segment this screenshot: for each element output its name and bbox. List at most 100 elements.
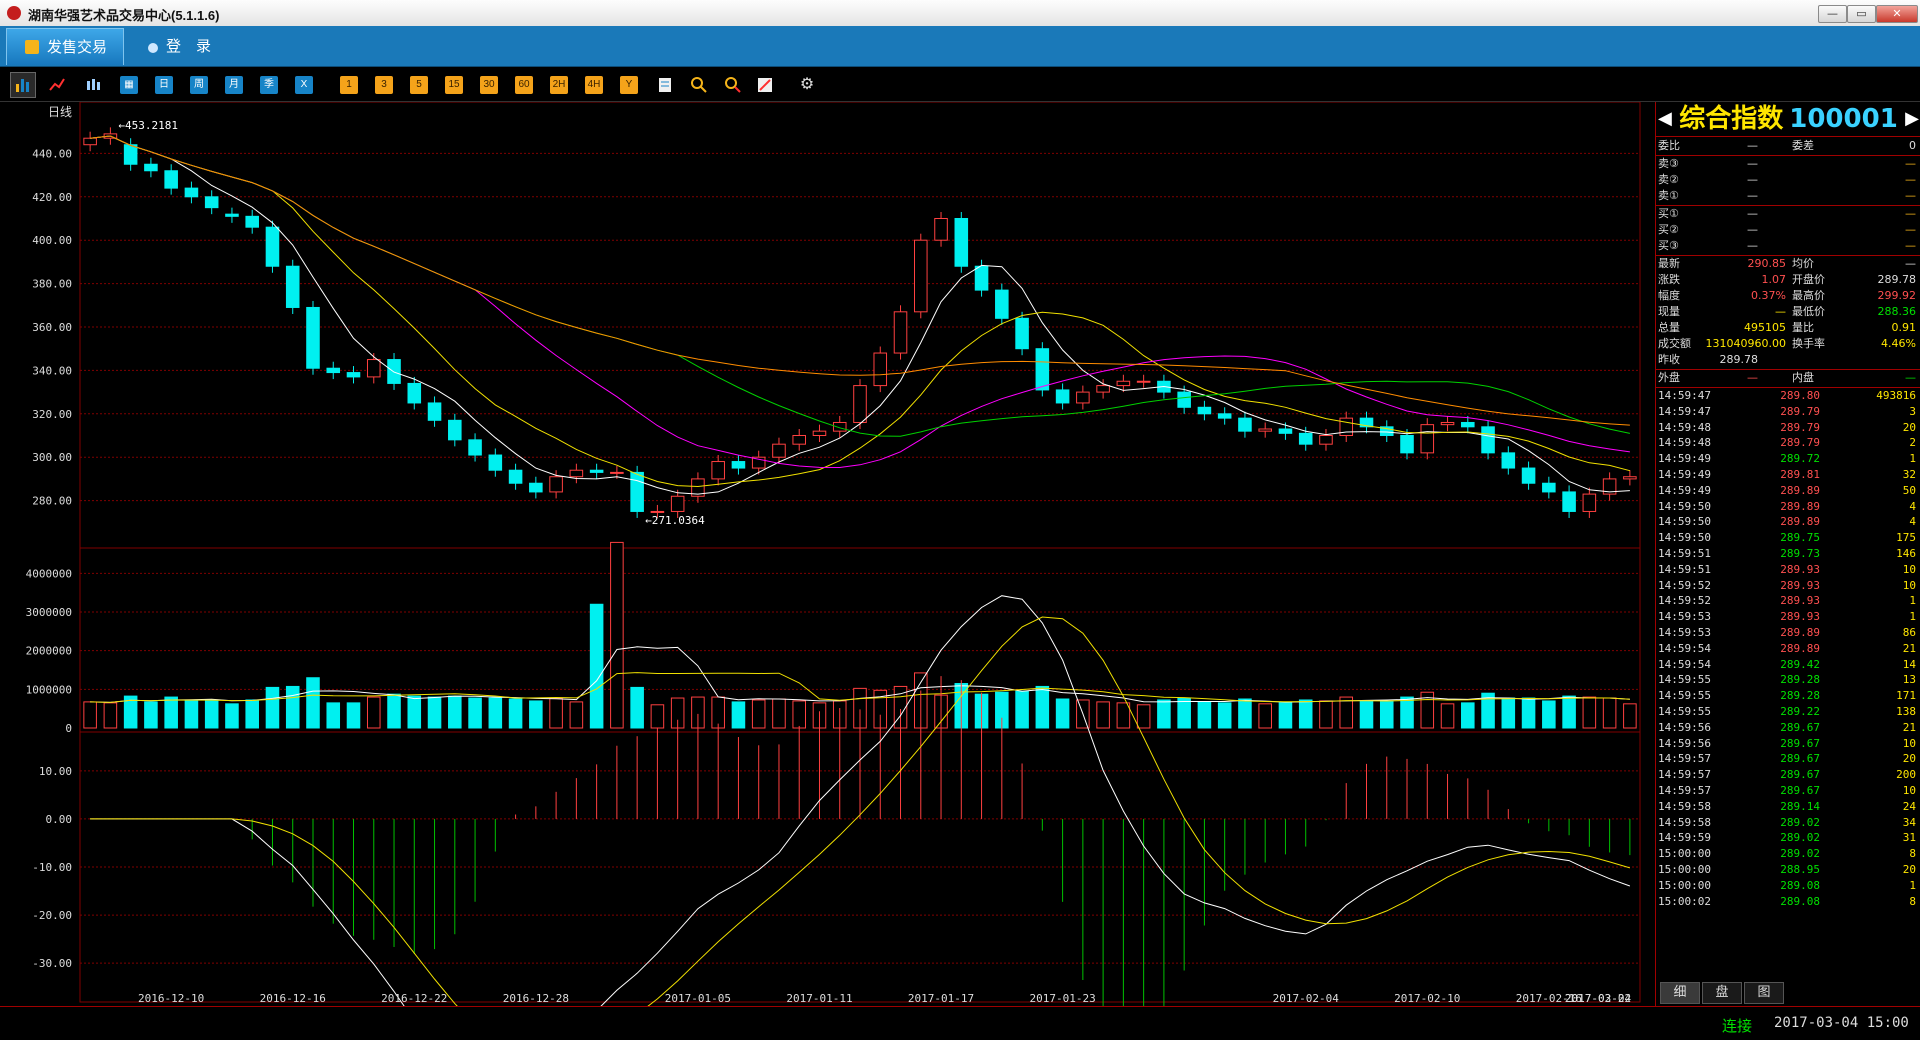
period-60m-button[interactable]: 60	[515, 76, 533, 94]
period-quarter-button[interactable]: 季	[260, 76, 278, 94]
turnover-label: 成交额	[1658, 337, 1691, 350]
candle-body	[144, 163, 158, 172]
edit-button[interactable]	[756, 76, 774, 94]
tick-volume: 24	[1902, 799, 1916, 813]
kline-chart-svg[interactable]: 日线 440.00 420.00 400.00 380.00 360.00 340.00 32…	[0, 101, 1655, 1040]
tick-row: 14:59:48 289.79 20	[1658, 420, 1918, 436]
buy-volume: —	[1905, 223, 1916, 236]
tick-time: 14:59:58	[1658, 799, 1711, 813]
tick-price: 289.67	[1780, 720, 1820, 734]
tick-time: 14:59:54	[1658, 657, 1711, 671]
price-tick-label: 380.00	[32, 278, 72, 291]
tick-price: 289.89	[1780, 641, 1820, 655]
period-3m-button[interactable]: 3	[375, 76, 393, 94]
tick-row: 14:59:54 289.89 21	[1658, 641, 1918, 657]
buy-label: 买①	[1658, 207, 1679, 220]
macd-tick-label: 0.00	[46, 813, 73, 826]
zoom-in-button[interactable]	[690, 76, 708, 94]
period-15m-button[interactable]: 15	[445, 76, 463, 94]
line-chart-button[interactable]	[48, 76, 66, 94]
volume-bar	[650, 704, 665, 729]
volume-bar	[488, 697, 503, 729]
tick-row: 14:59:47 289.80 493816	[1658, 388, 1918, 404]
tab-book[interactable]: 盘	[1702, 982, 1742, 1004]
candle-body	[893, 311, 908, 354]
candle-body	[1136, 380, 1151, 383]
settings-button[interactable]: ⚙	[798, 76, 816, 94]
turnover-row: 成交额 131040960.00 换手率 4.46%	[1658, 336, 1918, 352]
tick-time: 14:59:57	[1658, 768, 1711, 782]
volume-bar	[285, 685, 300, 729]
candle-icon	[87, 79, 100, 90]
kline-chart-area[interactable]: 日线 440.00 420.00 400.00 380.00 360.00 340.00 32…	[0, 101, 1655, 1040]
candle-body	[1116, 380, 1131, 387]
status-time: 2017-03-04 15:00	[1774, 1015, 1909, 1031]
candle-button[interactable]	[84, 76, 102, 94]
volume-bar	[1582, 696, 1597, 729]
buy-price: —	[1747, 239, 1758, 252]
tick-price: 289.67	[1780, 736, 1820, 750]
candle-body	[1015, 317, 1029, 350]
draw-button[interactable]	[656, 76, 674, 94]
maximize-button[interactable]: ▭	[1847, 5, 1876, 23]
totalvol-value: 495105	[1744, 321, 1786, 334]
tick-volume: 8	[1909, 847, 1916, 861]
menu-sale-trade[interactable]: 发售交易	[6, 28, 124, 65]
tick-volume: 10	[1902, 784, 1916, 797]
period-5m-button[interactable]: 5	[410, 76, 428, 94]
prev-symbol-icon[interactable]: ◀	[1658, 102, 1672, 136]
volume-bar	[589, 603, 604, 729]
low-marker-label: ←271.0364	[645, 514, 705, 527]
kline-chart-button[interactable]	[10, 72, 36, 98]
turnover-value: 131040960.00	[1705, 337, 1786, 350]
period-1m-button[interactable]: 1	[340, 76, 358, 94]
close-button[interactable]: ✕	[1876, 5, 1918, 23]
sell-label: 卖②	[1658, 173, 1679, 186]
curvol-label: 现量	[1658, 305, 1680, 318]
tick-time: 14:59:54	[1658, 641, 1711, 655]
buy-row-1: 买② — —	[1658, 222, 1918, 238]
window-title: 湖南华强艺术品交易中心(5.1.1.6)	[28, 8, 220, 23]
volume-bar	[448, 695, 462, 729]
tick-price: 289.08	[1780, 878, 1820, 892]
menu-login[interactable]: 登 录	[130, 28, 211, 64]
tick-row: 14:59:49 289.89 50	[1658, 483, 1918, 499]
candle-body	[427, 402, 442, 421]
period-year-button[interactable]: Y	[620, 76, 638, 94]
change-label2: 开盘价	[1792, 273, 1825, 286]
tick-volume: 1	[1909, 878, 1916, 892]
period-month-button[interactable]: 月	[225, 76, 243, 94]
tick-row: 14:59:49 289.81 32	[1658, 467, 1918, 483]
price-tick-label: 280.00	[32, 495, 72, 508]
calendar-button[interactable]: ▦	[120, 76, 138, 94]
tab-detail[interactable]: 细	[1660, 982, 1700, 1004]
candle-body	[508, 469, 523, 484]
period-day-button[interactable]: 日	[155, 76, 173, 94]
tick-volume: 493816	[1876, 389, 1916, 402]
tab-chart[interactable]: 图	[1744, 982, 1784, 1004]
x-tick-label: 2016-12-22	[381, 992, 447, 1005]
period-30m-button[interactable]: 30	[480, 76, 498, 94]
next-symbol-icon[interactable]: ▶	[1905, 102, 1919, 136]
candle-body	[184, 187, 199, 198]
period-week-button[interactable]: 周	[190, 76, 208, 94]
minimize-button[interactable]: —	[1818, 5, 1847, 23]
tick-volume: 20	[1902, 420, 1916, 434]
x-tick-label: 2017-02-04	[1273, 992, 1340, 1005]
tick-time: 14:59:52	[1658, 594, 1711, 608]
tick-row: 14:59:56 289.67 21	[1658, 720, 1918, 736]
period-2h-button[interactable]: 2H	[550, 76, 568, 94]
volume-bar	[1400, 696, 1414, 729]
period-custom-button[interactable]: X	[295, 76, 313, 94]
sell-price: —	[1747, 157, 1758, 170]
tick-price: 288.95	[1780, 863, 1820, 876]
tick-volume: 3	[1909, 404, 1916, 418]
volume-bar	[1359, 700, 1374, 729]
period-4h-button[interactable]: 4H	[585, 76, 603, 94]
price-tick-label: 420.00	[32, 191, 72, 204]
zoom-out-button[interactable]	[724, 76, 742, 94]
tick-volume: 21	[1902, 641, 1916, 655]
volume-bar	[1298, 699, 1313, 729]
volume-tick-label: 4000000	[26, 567, 72, 580]
tick-volume: 1	[1909, 594, 1916, 608]
